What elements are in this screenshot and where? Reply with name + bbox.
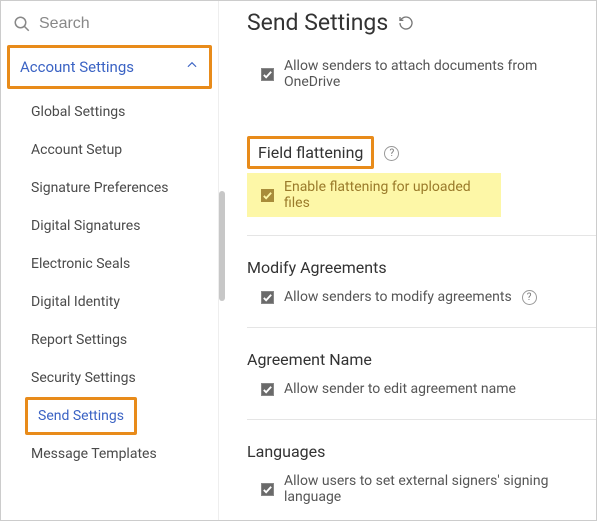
sidebar-item-security-settings[interactable]: Security Settings: [7, 359, 212, 397]
search-icon: [13, 15, 31, 33]
search-input[interactable]: [39, 15, 204, 33]
sidebar-item-electronic-seals[interactable]: Electronic Seals: [7, 245, 212, 283]
help-icon[interactable]: ?: [522, 290, 537, 305]
row-modify-agreements: Allow senders to modify agreements ?: [247, 285, 596, 309]
sidebar-item-account-setup[interactable]: Account Setup: [7, 131, 212, 169]
chevron-up-icon: [185, 58, 199, 76]
checkbox-agreement-name[interactable]: [261, 383, 274, 396]
help-icon[interactable]: ?: [384, 146, 399, 161]
section-title-modify-agreements: Modify Agreements: [247, 258, 596, 277]
section-title-text: Languages: [247, 442, 325, 461]
sidebar-item-global-settings[interactable]: Global Settings: [7, 93, 212, 131]
sidebar-item-message-templates[interactable]: Message Templates: [7, 435, 212, 473]
checkbox-onedrive[interactable]: [261, 68, 274, 81]
divider: [247, 327, 596, 328]
nav-section-label: Account Settings: [20, 58, 134, 76]
section-title-text: Agreement Name: [247, 350, 372, 369]
section-title-languages: Languages: [247, 442, 596, 461]
page-title: Send Settings: [247, 9, 596, 36]
nav-section-account-settings[interactable]: Account Settings: [7, 45, 212, 89]
row-agreement-name-label: Allow sender to edit agreement name: [284, 381, 516, 397]
refresh-icon[interactable]: [398, 15, 414, 31]
nav-list: Global Settings Account Setup Signature …: [7, 93, 212, 473]
sidebar-item-signature-preferences[interactable]: Signature Preferences: [7, 169, 212, 207]
scrollbar-thumb[interactable]: [219, 191, 225, 301]
section-title-text: Modify Agreements: [247, 258, 387, 277]
sidebar-item-send-settings[interactable]: Send Settings: [25, 397, 137, 435]
row-agreement-name: Allow sender to edit agreement name: [247, 377, 596, 401]
sidebar-item-report-settings[interactable]: Report Settings: [7, 321, 212, 359]
row-onedrive: Allow senders to attach documents from O…: [247, 54, 596, 94]
checkbox-enable-flattening[interactable]: [261, 189, 274, 202]
checkbox-modify-agreements[interactable]: [261, 291, 274, 304]
divider: [247, 419, 596, 420]
row-onedrive-label: Allow senders to attach documents from O…: [284, 58, 596, 90]
row-modify-agreements-label: Allow senders to modify agreements: [284, 289, 512, 305]
divider: [247, 235, 596, 236]
row-enable-flattening-label: Enable flattening for uploaded files: [284, 179, 491, 211]
row-languages-label: Allow users to set external signers' sig…: [284, 473, 596, 505]
sidebar-item-digital-signatures[interactable]: Digital Signatures: [7, 207, 212, 245]
section-title-agreement-name: Agreement Name: [247, 350, 596, 369]
section-title-field-flattening: Field flattening: [247, 136, 374, 169]
sidebar: Account Settings Global Settings Account…: [1, 1, 219, 520]
sidebar-item-digital-identity[interactable]: Digital Identity: [7, 283, 212, 321]
page-title-text: Send Settings: [247, 9, 388, 36]
section-title-text: Field flattening: [258, 143, 363, 162]
main-content: Send Settings Allow senders to attach do…: [219, 1, 596, 520]
row-enable-flattening: Enable flattening for uploaded files: [247, 173, 501, 217]
row-languages: Allow users to set external signers' sig…: [247, 469, 596, 509]
search-row: [7, 9, 212, 43]
checkbox-languages[interactable]: [261, 483, 274, 496]
